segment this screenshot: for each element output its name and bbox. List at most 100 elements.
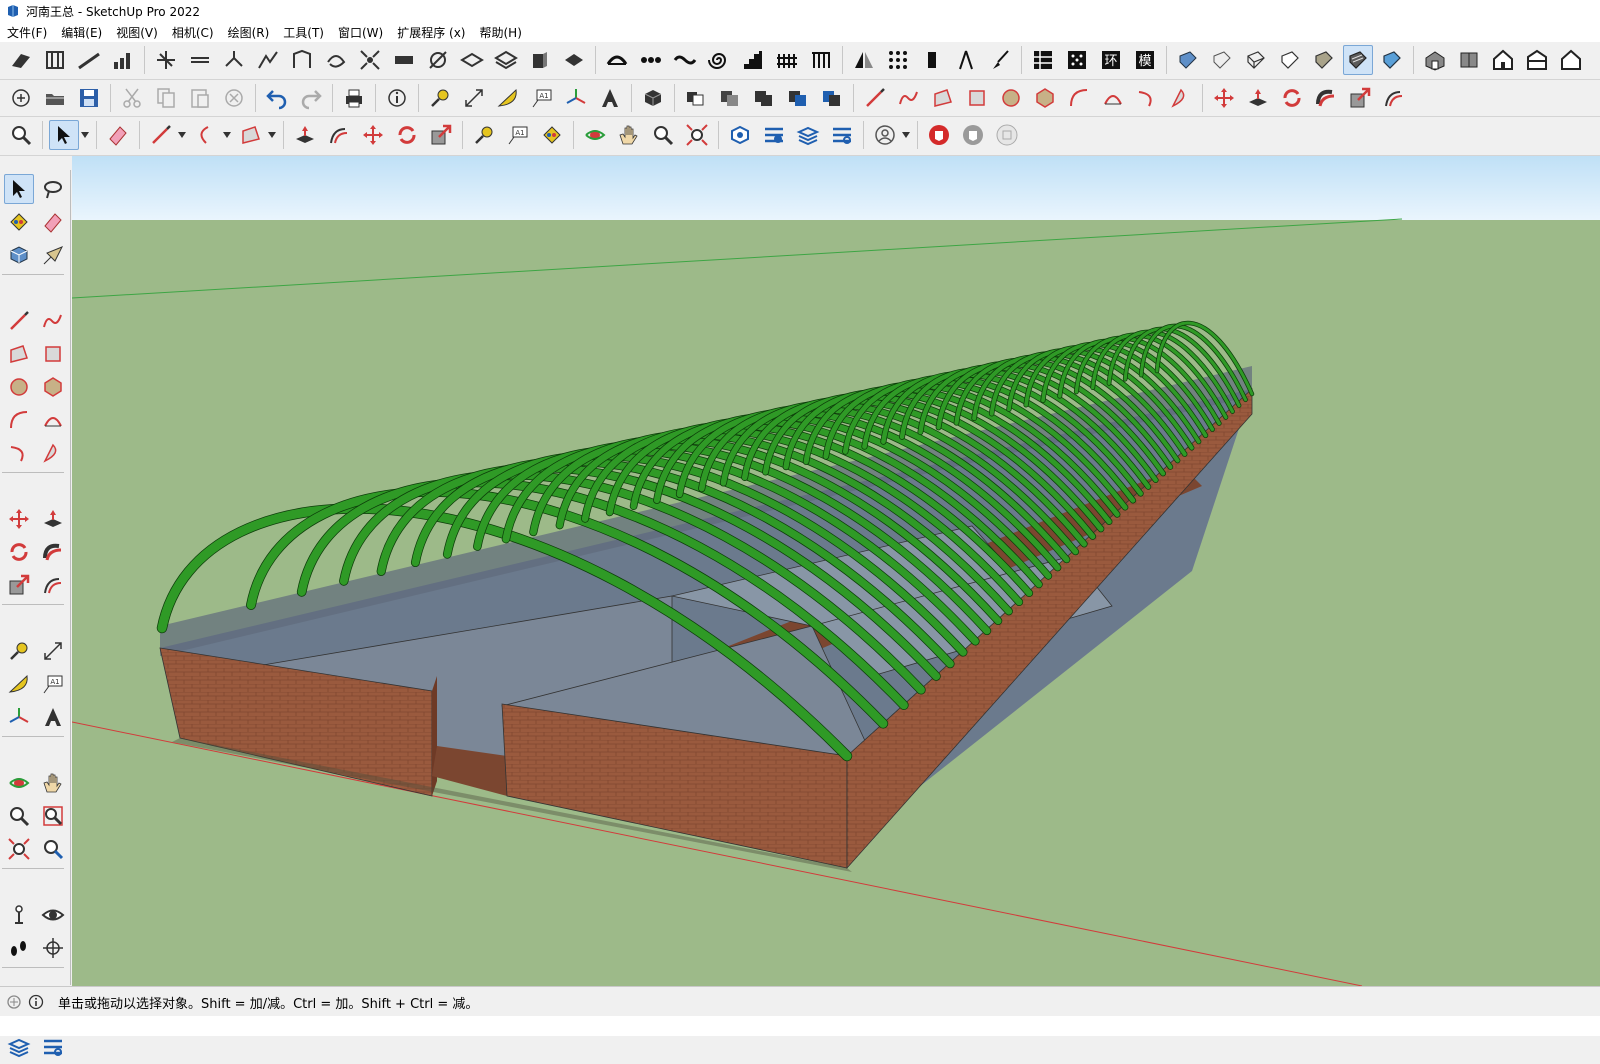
left-zoom-icon[interactable] bbox=[4, 801, 34, 831]
text-2-icon[interactable]: A1 bbox=[503, 120, 533, 150]
plugin-tool-13-icon[interactable] bbox=[423, 45, 453, 75]
style-shaded-icon[interactable] bbox=[1309, 45, 1339, 75]
plugin-tool-5-icon[interactable] bbox=[151, 45, 181, 75]
model-char-icon[interactable]: 模 bbox=[1130, 45, 1160, 75]
info-circle-icon[interactable] bbox=[28, 994, 44, 1010]
left-axes-icon[interactable] bbox=[4, 702, 34, 732]
paint-bucket-icon[interactable] bbox=[537, 120, 567, 150]
left-freehand-icon[interactable] bbox=[38, 306, 68, 336]
rotate-2-icon[interactable] bbox=[392, 120, 422, 150]
view-iso-icon[interactable] bbox=[1420, 45, 1450, 75]
left-pan-icon[interactable] bbox=[38, 768, 68, 798]
column-tool-icon[interactable] bbox=[806, 45, 836, 75]
dimension-icon[interactable] bbox=[459, 83, 489, 113]
view-front-icon[interactable] bbox=[1488, 45, 1518, 75]
eraser-icon[interactable] bbox=[103, 120, 133, 150]
zoom-2-icon[interactable] bbox=[648, 120, 678, 150]
left-polygon-icon[interactable] bbox=[38, 372, 68, 402]
menu-file[interactable]: 文件(F) bbox=[0, 24, 54, 41]
tape-2-icon[interactable] bbox=[469, 120, 499, 150]
layout-send-icon[interactable] bbox=[793, 120, 823, 150]
left-select-icon[interactable] bbox=[4, 174, 34, 204]
save-icon[interactable] bbox=[74, 83, 104, 113]
extrude-tool-icon[interactable] bbox=[917, 45, 947, 75]
zoom-extents-icon[interactable] bbox=[682, 120, 712, 150]
account-dropdown-icon[interactable] bbox=[902, 120, 910, 150]
left-tag-icon[interactable] bbox=[38, 240, 68, 270]
spiral-tool-icon[interactable] bbox=[704, 45, 734, 75]
plugin-tool-15-icon[interactable] bbox=[491, 45, 521, 75]
plugin-tool-17-icon[interactable] bbox=[559, 45, 589, 75]
rotated-rect-icon[interactable] bbox=[962, 83, 992, 113]
extension-warehouse-icon[interactable] bbox=[759, 120, 789, 150]
left-followme-icon[interactable] bbox=[38, 537, 68, 567]
style-textures-icon[interactable] bbox=[1343, 45, 1373, 75]
left-previous-view-icon[interactable] bbox=[38, 834, 68, 864]
left-3dtext-icon[interactable] bbox=[38, 702, 68, 732]
menu-tools[interactable]: 工具(T) bbox=[276, 24, 331, 41]
style-wireframe-icon[interactable] bbox=[1241, 45, 1271, 75]
left-rectangle-icon[interactable] bbox=[4, 339, 34, 369]
line-dropdown-icon[interactable] bbox=[178, 120, 186, 150]
three-point-arc-icon[interactable] bbox=[1132, 83, 1162, 113]
ring-char-icon[interactable]: 环 bbox=[1096, 45, 1126, 75]
copy-icon[interactable] bbox=[151, 83, 181, 113]
mirror-tool-icon[interactable] bbox=[849, 45, 879, 75]
plugin-tool-10-icon[interactable] bbox=[321, 45, 351, 75]
plugin-tool-7-icon[interactable] bbox=[219, 45, 249, 75]
move-tool-icon[interactable] bbox=[1209, 83, 1239, 113]
left-layout-icon[interactable] bbox=[4, 1032, 34, 1062]
plugin-tool-6-icon[interactable] bbox=[185, 45, 215, 75]
left-arc-icon[interactable] bbox=[4, 405, 34, 435]
pencil-line-icon[interactable] bbox=[146, 120, 176, 150]
dots-icon[interactable] bbox=[1062, 45, 1092, 75]
tape-measure-icon[interactable] bbox=[425, 83, 455, 113]
ruby-outline-icon[interactable] bbox=[992, 120, 1022, 150]
left-pushpull-icon[interactable] bbox=[38, 504, 68, 534]
follow-me-icon[interactable] bbox=[1311, 83, 1341, 113]
model-info-icon[interactable] bbox=[382, 83, 412, 113]
left-look-around-icon[interactable] bbox=[38, 900, 68, 930]
orbit-icon[interactable] bbox=[580, 120, 610, 150]
style-hiddenline-icon[interactable] bbox=[1275, 45, 1305, 75]
two-point-arc-icon[interactable] bbox=[1098, 83, 1128, 113]
view-top-icon[interactable] bbox=[1454, 45, 1484, 75]
intersect-icon[interactable] bbox=[715, 83, 745, 113]
pan-hand-icon[interactable] bbox=[614, 120, 644, 150]
move-2-icon[interactable] bbox=[358, 120, 388, 150]
circle-tool-icon[interactable] bbox=[996, 83, 1026, 113]
plugin-tool-11-icon[interactable] bbox=[355, 45, 385, 75]
left-section-plane-icon[interactable] bbox=[38, 933, 68, 963]
left-orbit-icon[interactable] bbox=[4, 768, 34, 798]
grid-table-icon[interactable] bbox=[1028, 45, 1058, 75]
trim-icon[interactable] bbox=[817, 83, 847, 113]
menu-window[interactable]: 窗口(W) bbox=[331, 24, 390, 41]
plugin-tool-14-icon[interactable] bbox=[457, 45, 487, 75]
stair-tool-icon[interactable] bbox=[738, 45, 768, 75]
menu-camera[interactable]: 相机(C) bbox=[165, 24, 221, 41]
extension-manager-icon[interactable] bbox=[827, 120, 857, 150]
outer-shell-icon[interactable] bbox=[681, 83, 711, 113]
left-position-camera-icon[interactable] bbox=[4, 900, 34, 930]
left-dimension-icon[interactable] bbox=[38, 636, 68, 666]
axes-tool-icon[interactable] bbox=[561, 83, 591, 113]
polygon-tool-icon[interactable] bbox=[1030, 83, 1060, 113]
ruby-gray-icon[interactable] bbox=[958, 120, 988, 150]
plugin-tool-12-icon[interactable] bbox=[389, 45, 419, 75]
left-eraser-icon[interactable] bbox=[38, 207, 68, 237]
paste-icon[interactable] bbox=[185, 83, 215, 113]
redo-icon[interactable] bbox=[296, 83, 326, 113]
brush-tool-icon[interactable] bbox=[985, 45, 1015, 75]
3d-text-icon[interactable] bbox=[595, 83, 625, 113]
fence-tool-icon[interactable] bbox=[772, 45, 802, 75]
style-backedges-icon[interactable] bbox=[1207, 45, 1237, 75]
scale-2-icon[interactable] bbox=[426, 120, 456, 150]
left-scale-icon[interactable] bbox=[4, 570, 34, 600]
text-tool-icon[interactable]: A1 bbox=[527, 83, 557, 113]
menu-help[interactable]: 帮助(H) bbox=[472, 24, 528, 41]
union-icon[interactable] bbox=[749, 83, 779, 113]
select-tool-icon[interactable] bbox=[49, 120, 79, 150]
style-xray-icon[interactable] bbox=[1173, 45, 1203, 75]
wave-tool-icon[interactable] bbox=[670, 45, 700, 75]
offset-tool-icon[interactable] bbox=[1379, 83, 1409, 113]
